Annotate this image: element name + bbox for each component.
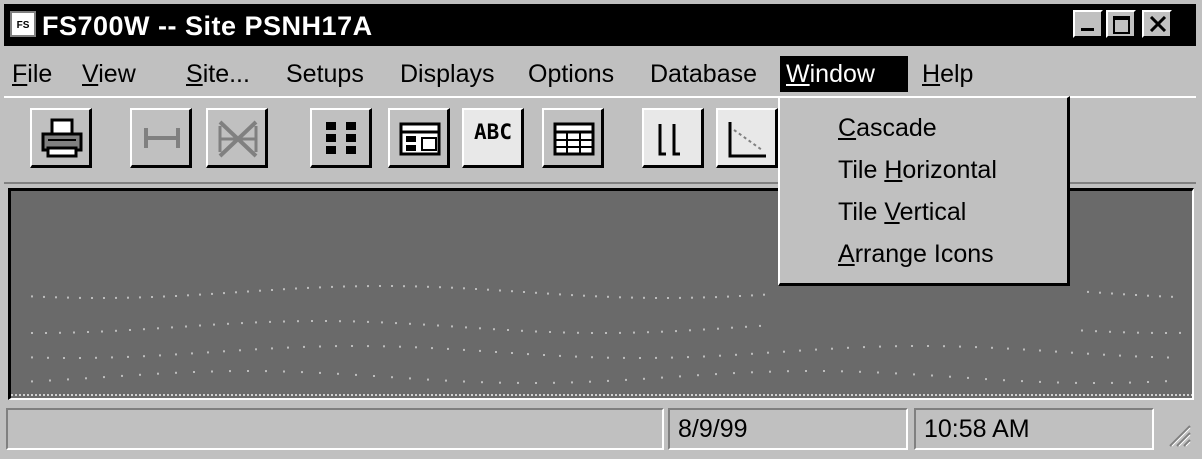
print-button[interactable] (30, 108, 92, 168)
span-button[interactable] (130, 108, 192, 168)
menu-window[interactable]: Window (780, 56, 908, 92)
abc-label: ABC (474, 120, 512, 144)
app-icon[interactable]: FS (10, 11, 36, 37)
maximize-button[interactable] (1106, 10, 1136, 38)
title-bar[interactable]: FS FS700W -- Site PSNH17A (4, 4, 1196, 46)
span-collapse-button[interactable] (206, 108, 268, 168)
window-title: FS700W -- Site PSNH17A (42, 11, 373, 41)
columns-icon (326, 122, 356, 154)
form-view-button[interactable] (388, 108, 450, 168)
menu-item-cascade[interactable]: Cascade (838, 108, 937, 148)
status-bar: 8/9/99 10:58 AM (4, 404, 1196, 454)
table-view-button[interactable] (542, 108, 604, 168)
menu-file[interactable]: File (6, 56, 58, 92)
columns-button[interactable] (310, 108, 372, 168)
menu-help[interactable]: Help (916, 56, 979, 92)
menu-options[interactable]: Options (522, 56, 620, 92)
application-window: FS FS700W -- Site PSNH17A File View Site… (0, 0, 1202, 459)
menu-item-arrange-icons[interactable]: Arrange Icons (838, 234, 994, 274)
menu-site[interactable]: Site... (180, 56, 256, 92)
table-icon (553, 122, 595, 156)
status-message (6, 408, 664, 450)
menu-displays[interactable]: Displays (394, 56, 500, 92)
bar-graph-button[interactable] (642, 108, 704, 168)
menu-view[interactable]: View (76, 56, 142, 92)
form-icon (399, 122, 441, 156)
minimize-button[interactable] (1073, 10, 1103, 38)
trend-graph-icon (728, 122, 766, 158)
close-button[interactable] (1142, 10, 1172, 38)
printer-icon (41, 118, 83, 158)
window-menu-dropdown: Cascade Tile Horizontal Tile Vertical Ar… (778, 96, 1070, 286)
resize-grip-icon[interactable] (1166, 422, 1192, 448)
menu-item-tile-vertical[interactable]: Tile Vertical (838, 192, 966, 232)
trend-graph-button[interactable] (716, 108, 778, 168)
menu-database[interactable]: Database (644, 56, 763, 92)
close-icon (1149, 16, 1167, 32)
status-date: 8/9/99 (668, 408, 908, 450)
text-view-button[interactable]: ABC (462, 108, 524, 168)
bar-graph-icon (658, 124, 680, 156)
menu-item-tile-horizontal[interactable]: Tile Horizontal (838, 150, 997, 190)
span-collapse-icon (218, 120, 258, 158)
menu-setups[interactable]: Setups (280, 56, 370, 92)
menu-bar: File View Site... Setups Displays Option… (4, 52, 1196, 96)
span-icon (144, 128, 180, 148)
status-time: 10:58 AM (914, 408, 1154, 450)
